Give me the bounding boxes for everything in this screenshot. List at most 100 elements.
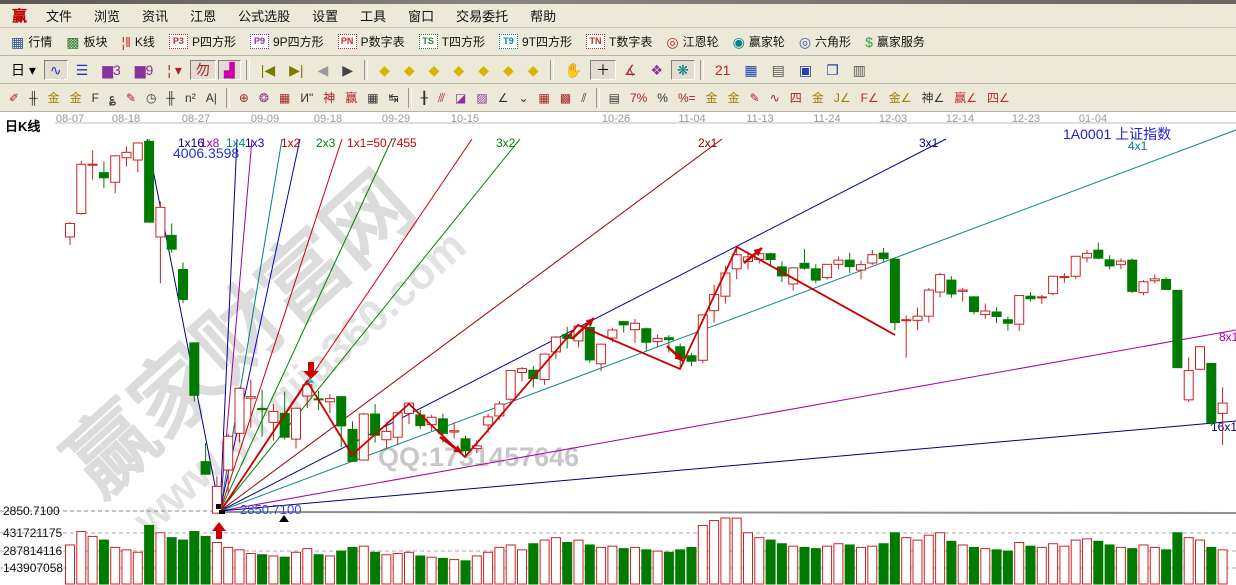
menu-help[interactable]: 帮助 [519, 7, 567, 26]
t-number-table-button[interactable]: TNT数字表 [580, 30, 658, 53]
angle-measure-button[interactable]: ∡ [618, 60, 643, 80]
chart-area[interactable]: 赢家财富网www.yingjia360.comQQ:17314576461x16… [0, 112, 1236, 585]
zoom-diamond-in-icon[interactable]: ◆ [497, 60, 520, 80]
gann-wheel-button-label: 江恩轮 [683, 33, 719, 50]
knife-tool-icon[interactable]: ✐ [5, 89, 23, 107]
si-angle-icon[interactable]: 四∠ [983, 89, 1014, 107]
fan-box-icon[interactable]: ◪ [451, 89, 470, 107]
zoom-diamond-h-shrink-icon[interactable]: ◆ [447, 60, 470, 80]
gold-ratio-2-icon[interactable]: 金 [66, 89, 86, 107]
ying-angle-icon[interactable]: 赢∠ [950, 89, 981, 107]
gold-angle-icon[interactable]: 金∠ [885, 89, 916, 107]
gold-under-icon[interactable]: 金 [808, 89, 828, 107]
calculator-button[interactable]: ▦ [738, 60, 763, 80]
p-number-table-button[interactable]: PNP数字表 [332, 30, 411, 53]
gann-fan-icon[interactable]: ⫻ [434, 89, 449, 107]
percent-icon[interactable]: % [653, 89, 672, 107]
time-circle-icon[interactable]: ◷ [142, 89, 160, 107]
menu-gann[interactable]: 江恩 [179, 7, 227, 26]
fan-grid-icon[interactable]: ▨ [472, 89, 491, 107]
spiral-tool-icon[interactable]: ؏ [105, 89, 120, 107]
percent-line-icon[interactable]: %= [674, 89, 700, 107]
notepad-button[interactable]: ▤ [766, 60, 791, 80]
9p-square-button[interactable]: P99P四方形 [244, 30, 330, 53]
pattern-button[interactable]: 勿 [190, 60, 216, 80]
a-line-icon[interactable]: A| [202, 89, 221, 107]
windows-button[interactable]: ❐ [820, 60, 845, 80]
gold-ratio-1-icon[interactable]: 金 [44, 89, 64, 107]
red-pen-icon[interactable]: ✎ [122, 89, 140, 107]
ruler-list-icon[interactable]: ▤ [605, 89, 624, 107]
red-grid-icon[interactable]: ▦ [535, 89, 554, 107]
grid-target-icon[interactable]: ▦ [275, 89, 294, 107]
menu-settings[interactable]: 设置 [301, 7, 349, 26]
wave-a-icon[interactable]: ∿ [766, 89, 784, 107]
t-square-button[interactable]: TST四方形 [413, 30, 491, 53]
gann-wheel-button[interactable]: ◎江恩轮 [660, 30, 724, 53]
hand-tool-button[interactable]: ✋ [559, 60, 588, 80]
calendar-button[interactable]: 21 [709, 60, 737, 80]
nav-next-button[interactable]: ▶ [336, 60, 359, 80]
f-ladder-icon[interactable]: F [88, 89, 103, 107]
k-quote-icon[interactable]: И" [296, 89, 317, 107]
bars-3-button[interactable]: ▆3 [96, 60, 127, 80]
shen-angle-icon[interactable]: 神∠ [917, 89, 948, 107]
red-grid-2-icon[interactable]: ▩ [556, 89, 575, 107]
winner-wheel-button-icon: ◉ [733, 35, 745, 49]
fib-ladder-icon[interactable]: ╫ [25, 89, 42, 107]
period-day-dropdown[interactable]: 日 ▾ [5, 60, 42, 80]
zoom-diamond-h-expand-icon[interactable]: ◆ [423, 60, 446, 80]
grid-123-icon[interactable]: ▦ [363, 89, 382, 107]
kline-button[interactable]: ¦‖K线 [116, 30, 161, 53]
v-red-icon[interactable]: 四 [786, 89, 806, 107]
n-squared-icon[interactable]: n² [181, 89, 200, 107]
9t-square-button[interactable]: T99T四方形 [493, 30, 578, 53]
gold-circle-icon[interactable]: 金 [702, 89, 722, 107]
brush-icon[interactable]: ✎ [746, 89, 764, 107]
shape-tool-button[interactable]: ❖ [645, 60, 670, 80]
nav-prev-button[interactable]: ◀ [312, 60, 335, 80]
menu-formula-stockpick[interactable]: 公式选股 [227, 7, 301, 26]
width-arrows-icon[interactable]: ↹ [385, 89, 403, 107]
parallel-lines-icon[interactable]: ⫽ [577, 89, 590, 107]
workstation-button[interactable]: ▥ [847, 60, 872, 80]
gann-compass-icon[interactable]: ⊕ [235, 89, 253, 107]
hexagon-button[interactable]: ◎六角形 [793, 30, 857, 53]
nav-first-button[interactable]: |◀ [255, 60, 281, 80]
zoom-diamond-right-icon[interactable]: ◆ [398, 60, 421, 80]
histogram-button[interactable]: ▟ [218, 60, 241, 80]
ying-tool-icon[interactable]: 赢 [341, 89, 361, 107]
menu-file[interactable]: 文件 [35, 7, 83, 26]
menu-browse[interactable]: 浏览 [83, 7, 131, 26]
save-button[interactable]: ▣ [793, 60, 818, 80]
frame-tool-icon[interactable]: ╂ [417, 89, 432, 107]
menu-tools[interactable]: 工具 [349, 7, 397, 26]
j-angle-icon[interactable]: J∠ [830, 89, 855, 107]
quotes-button[interactable]: ▦行情 [5, 30, 58, 53]
gold-lines-icon[interactable]: 金 [724, 89, 744, 107]
t-percent-icon[interactable]: 7% [626, 89, 651, 107]
sectors-button[interactable]: ▩板块 [60, 30, 113, 53]
f-angle-icon[interactable]: F∠ [857, 89, 883, 107]
price-ladder-icon[interactable]: ╫ [163, 89, 180, 107]
angle-pen-icon[interactable]: ∠ [494, 89, 513, 107]
info-view-button[interactable]: ☰ [70, 60, 95, 80]
zoom-diamond-all-icon[interactable]: ◆ [472, 60, 495, 80]
bars-9-button[interactable]: ▆9 [129, 60, 160, 80]
shen-tool-icon[interactable]: 神 [319, 89, 339, 107]
menu-news[interactable]: 资讯 [131, 7, 179, 26]
zoom-diamond-out-icon[interactable]: ◆ [522, 60, 545, 80]
crosshair-tool-button[interactable]: ＋ [590, 60, 616, 80]
v-dots-icon[interactable]: ⌄ [514, 89, 532, 107]
wave-view-button[interactable]: ∿ [44, 60, 68, 80]
nav-last-button[interactable]: ▶| [283, 60, 309, 80]
zoom-diamond-left-icon[interactable]: ◆ [373, 60, 396, 80]
menu-window[interactable]: 窗口 [397, 7, 445, 26]
star-wheel-icon[interactable]: ❂ [255, 89, 273, 107]
candle-style-dropdown[interactable]: ¦ ▾ [161, 60, 188, 80]
winner-wheel-button[interactable]: ◉赢家轮 [727, 30, 791, 53]
smart-tool-button[interactable]: ❋ [671, 60, 695, 80]
winner-service-button[interactable]: $赢家服务 [859, 30, 931, 53]
menu-trade-entrust[interactable]: 交易委托 [445, 7, 519, 26]
p-square-button[interactable]: P3P四方形 [163, 30, 242, 53]
